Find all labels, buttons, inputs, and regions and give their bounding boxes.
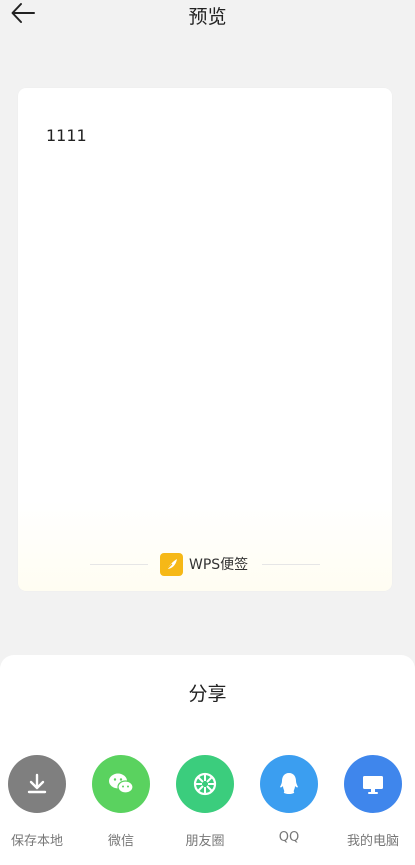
share-wechat[interactable]: 微信 (79, 755, 163, 855)
share-item-label: 保存本地 (10, 834, 63, 849)
download-icon[interactable] (8, 755, 66, 813)
share-moments[interactable]: 朋友圈 (163, 755, 247, 855)
share-item-label: QQ (278, 830, 300, 845)
share-sheet-title: 分享 (188, 683, 227, 705)
page-title: 预览 (188, 6, 227, 28)
qq-icon[interactable] (260, 755, 318, 813)
computer-icon[interactable] (344, 755, 402, 813)
divider-left (90, 564, 148, 565)
note-preview-card: 1111 WPS便签 (18, 88, 392, 591)
top-bar: 预览 (0, 0, 415, 34)
share-item-label: 微信 (107, 834, 134, 849)
share-sheet: 分享 保存本地 微信 朋友圈 QQ 我的电脑 (0, 655, 415, 865)
share-qq[interactable]: QQ (247, 755, 331, 855)
wechat-icon[interactable] (92, 755, 150, 813)
share-my-computer[interactable]: 我的电脑 (331, 755, 415, 855)
note-content: 1111 (46, 126, 87, 145)
share-item-label: 我的电脑 (346, 834, 399, 849)
wps-note-logo-icon (160, 553, 183, 576)
share-item-label: 朋友圈 (185, 834, 225, 849)
divider-right (262, 564, 320, 565)
moments-icon[interactable] (176, 755, 234, 813)
brand-footer: WPS便签 (18, 551, 392, 577)
share-save-local[interactable]: 保存本地 (0, 755, 79, 855)
brand-label: WPS便签 (189, 557, 249, 573)
